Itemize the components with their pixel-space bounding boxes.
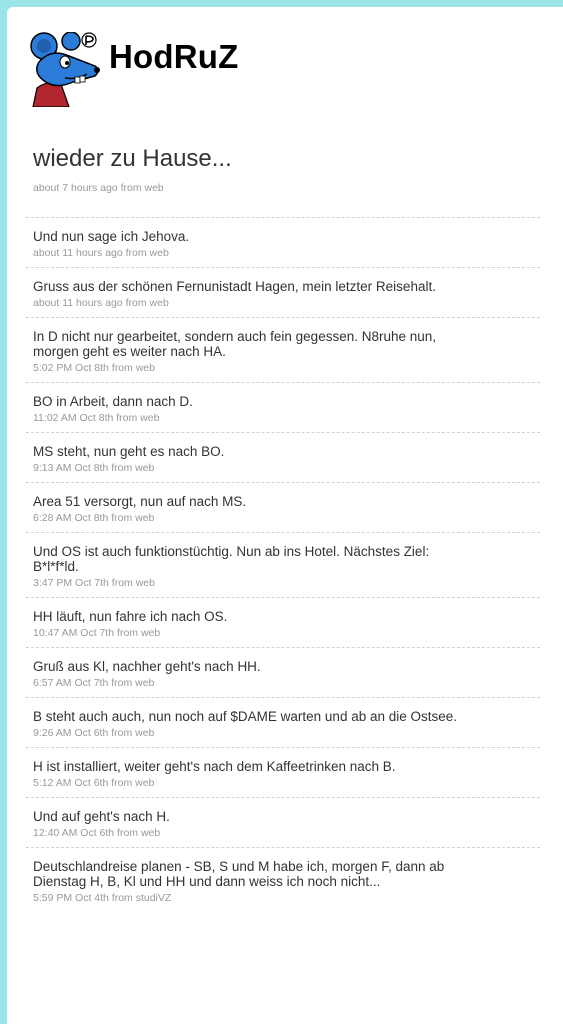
tweet-meta[interactable]: 3:47 PM Oct 7th from web: [33, 577, 532, 590]
tweet-meta[interactable]: about 11 hours ago from web: [33, 247, 532, 260]
latest-status-text: wieder zu Hause...: [33, 145, 232, 172]
tweet-text: Gruss aus der schönen Fernunistadt Hagen…: [33, 279, 436, 294]
tweet-meta[interactable]: 5:02 PM Oct 8th from web: [33, 362, 532, 375]
tweet-text: Gruß aus Kl, nachher geht's nach HH.: [33, 659, 261, 674]
tweet-text: B steht auch auch, nun noch auf $DAME wa…: [33, 709, 458, 724]
timeline-item: H ist installiert, weiter geht's nach de…: [26, 747, 540, 797]
latest-status: wieder zu Hause... about 7 hours ago fro…: [33, 144, 533, 194]
tweet-meta[interactable]: 12:40 AM Oct 6th from web: [33, 827, 532, 840]
timeline-item: In D nicht nur gearbeitet, sondern auch …: [26, 317, 540, 382]
tweet-meta[interactable]: 5:59 PM Oct 4th from studiVZ: [33, 892, 532, 905]
tweet-text: Und nun sage ich Jehova.: [33, 229, 190, 244]
tweet-meta[interactable]: 5:12 AM Oct 6th from web: [33, 777, 532, 790]
timeline-item: B steht auch auch, nun noch auf $DAME wa…: [26, 697, 540, 747]
tweet-text: H ist installiert, weiter geht's nach de…: [33, 759, 396, 774]
tweet-text: Und OS ist auch funktionstüchtig. Nun ab…: [33, 544, 430, 574]
tweet-text: Area 51 versorgt, nun auf nach MS.: [33, 494, 247, 509]
timeline-item: Deutschlandreise planen - SB, S und M ha…: [26, 847, 540, 912]
latest-status-meta[interactable]: about 7 hours ago from web: [33, 182, 533, 194]
tweet-text: Und auf geht's nach H.: [33, 809, 170, 824]
tweet-text: BO in Arbeit, dann nach D.: [33, 394, 193, 409]
timeline-item: Gruß aus Kl, nachher geht's nach HH. 6:5…: [26, 647, 540, 697]
tweet-meta[interactable]: about 11 hours ago from web: [33, 297, 532, 310]
avatar[interactable]: [25, 32, 100, 107]
tweet-meta[interactable]: 9:13 AM Oct 8th from web: [33, 462, 532, 475]
timeline-item: Und OS ist auch funktionstüchtig. Nun ab…: [26, 532, 540, 597]
timeline-item: BO in Arbeit, dann nach D. 11:02 AM Oct …: [26, 382, 540, 432]
tweet-meta[interactable]: 9:26 AM Oct 6th from web: [33, 727, 532, 740]
timeline-item: Area 51 versorgt, nun auf nach MS. 6:28 …: [26, 482, 540, 532]
card-notch: [35, 7, 51, 15]
tweet-meta[interactable]: 6:57 AM Oct 7th from web: [33, 677, 532, 690]
tweet-text: HH läuft, nun fahre ich nach OS.: [33, 609, 228, 624]
tweet-text: In D nicht nur gearbeitet, sondern auch …: [33, 329, 437, 359]
tweet-meta[interactable]: 6:28 AM Oct 8th from web: [33, 512, 532, 525]
timeline-item: HH läuft, nun fahre ich nach OS. 10:47 A…: [26, 597, 540, 647]
pirate-party-icon: [81, 32, 97, 48]
profile-header: HodRuZ: [25, 32, 545, 112]
timeline: Und nun sage ich Jehova. about 11 hours …: [26, 217, 540, 912]
timeline-item: Gruss aus der schönen Fernunistadt Hagen…: [26, 267, 540, 317]
timeline-item: Und auf geht's nach H. 12:40 AM Oct 6th …: [26, 797, 540, 847]
tweet-meta[interactable]: 11:02 AM Oct 8th from web: [33, 412, 532, 425]
tweet-meta[interactable]: 10:47 AM Oct 7th from web: [33, 627, 532, 640]
profile-username: HodRuZ: [109, 38, 239, 75]
tweet-text: Deutschlandreise planen - SB, S und M ha…: [33, 859, 445, 889]
timeline-item: MS steht, nun geht es nach BO. 9:13 AM O…: [26, 432, 540, 482]
tweet-text: MS steht, nun geht es nach BO.: [33, 444, 225, 459]
timeline-item: Und nun sage ich Jehova. about 11 hours …: [26, 217, 540, 267]
profile-card: HodRuZ wieder zu Hause... about 7 hours …: [7, 7, 563, 1024]
